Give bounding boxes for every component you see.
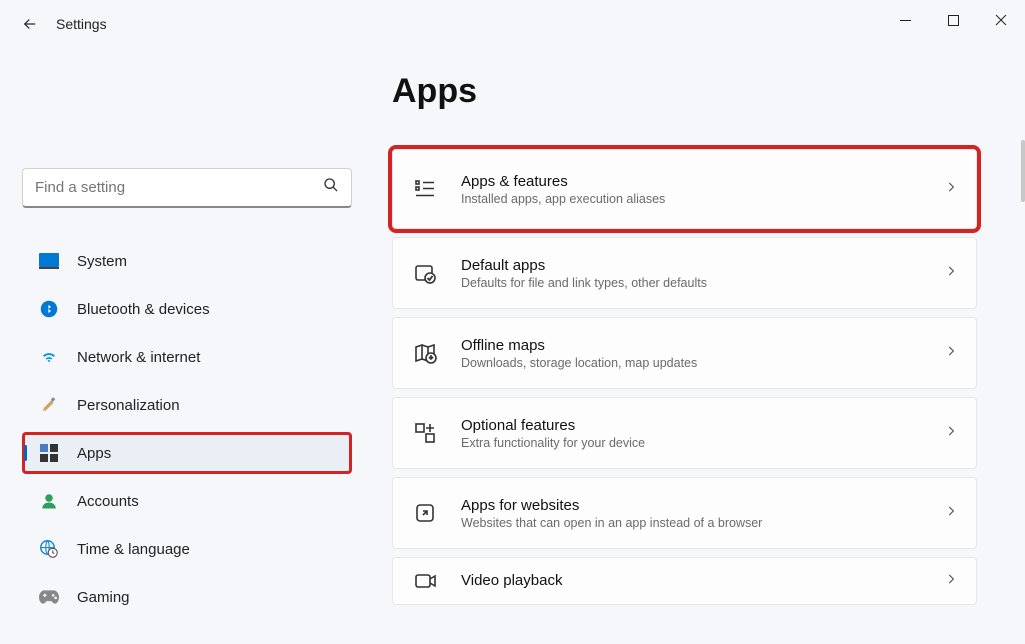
wifi-icon (39, 347, 59, 367)
sidebar-item-label: Personalization (77, 397, 180, 414)
sidebar-item-label: Network & internet (77, 349, 200, 366)
sidebar-item-label: Time & language (77, 541, 190, 558)
globe-clock-icon (39, 539, 59, 559)
sidebar-item-label: System (77, 253, 127, 270)
settings-card-list: Apps & features Installed apps, app exec… (392, 149, 977, 615)
brush-icon (39, 395, 59, 415)
sidebar-item-label: Apps (77, 445, 111, 462)
map-icon (411, 339, 439, 367)
account-icon (39, 491, 59, 511)
card-text: Apps & features Installed apps, app exec… (461, 173, 922, 206)
main-content: Apps Apps & features Installed apps, app… (392, 48, 977, 618)
close-icon (995, 14, 1007, 26)
minimize-icon (900, 15, 911, 26)
sidebar-item-apps[interactable]: Apps (22, 432, 352, 474)
card-apps-for-websites[interactable]: Apps for websites Websites that can open… (392, 477, 977, 549)
sidebar-item-label: Gaming (77, 589, 130, 606)
maximize-button[interactable] (929, 0, 977, 40)
maximize-icon (948, 15, 959, 26)
search-icon (323, 177, 339, 198)
close-button[interactable] (977, 0, 1025, 40)
card-text: Optional features Extra functionality fo… (461, 417, 922, 450)
bluetooth-icon (39, 299, 59, 319)
optional-icon (411, 419, 439, 447)
chevron-right-icon (944, 572, 958, 591)
defaults-icon (411, 259, 439, 287)
scrollbar-thumb[interactable] (1021, 140, 1025, 202)
sidebar-item-bluetooth[interactable]: Bluetooth & devices (22, 288, 352, 330)
card-text: Default apps Defaults for file and link … (461, 257, 922, 290)
titlebar: Settings (0, 0, 1025, 48)
sidebar-item-gaming[interactable]: Gaming (22, 576, 352, 618)
card-desc: Websites that can open in an app instead… (461, 516, 922, 530)
sidebar-item-accounts[interactable]: Accounts (22, 480, 352, 522)
card-optional-features[interactable]: Optional features Extra functionality fo… (392, 397, 977, 469)
card-video-playback[interactable]: Video playback (392, 557, 977, 605)
card-desc: Extra functionality for your device (461, 436, 922, 450)
minimize-button[interactable] (881, 0, 929, 40)
window-controls (881, 0, 1025, 40)
card-desc: Downloads, storage location, map updates (461, 356, 922, 370)
sidebar: System Bluetooth & devices Network & int… (22, 48, 352, 618)
search-input[interactable] (35, 179, 323, 196)
chevron-right-icon (944, 424, 958, 443)
card-default-apps[interactable]: Default apps Defaults for file and link … (392, 237, 977, 309)
card-text: Video playback (461, 572, 922, 591)
chevron-right-icon (944, 180, 958, 199)
card-text: Offline maps Downloads, storage location… (461, 337, 922, 370)
chevron-right-icon (944, 344, 958, 363)
apps-icon (39, 443, 59, 463)
card-title: Offline maps (461, 337, 922, 354)
gamepad-icon (39, 587, 59, 607)
card-title: Optional features (461, 417, 922, 434)
card-desc: Defaults for file and link types, other … (461, 276, 922, 290)
nav-list: System Bluetooth & devices Network & int… (22, 240, 352, 618)
websites-icon (411, 499, 439, 527)
card-offline-maps[interactable]: Offline maps Downloads, storage location… (392, 317, 977, 389)
card-title: Video playback (461, 572, 922, 589)
back-button[interactable] (14, 8, 46, 40)
card-title: Default apps (461, 257, 922, 274)
sidebar-item-label: Bluetooth & devices (77, 301, 210, 318)
sidebar-item-network[interactable]: Network & internet (22, 336, 352, 378)
sidebar-item-label: Accounts (77, 493, 139, 510)
card-title: Apps for websites (461, 497, 922, 514)
card-apps-features[interactable]: Apps & features Installed apps, app exec… (392, 149, 977, 229)
sidebar-item-system[interactable]: System (22, 240, 352, 282)
sidebar-item-personalization[interactable]: Personalization (22, 384, 352, 426)
video-icon (411, 567, 439, 595)
card-desc: Installed apps, app execution aliases (461, 192, 922, 206)
app-title: Settings (56, 16, 107, 32)
search-box[interactable] (22, 168, 352, 208)
card-text: Apps for websites Websites that can open… (461, 497, 922, 530)
monitor-icon (39, 251, 59, 271)
sidebar-item-time-language[interactable]: Time & language (22, 528, 352, 570)
chevron-right-icon (944, 504, 958, 523)
page-title: Apps (392, 72, 977, 111)
chevron-right-icon (944, 264, 958, 283)
list-icon (411, 175, 439, 203)
arrow-left-icon (21, 15, 39, 33)
card-title: Apps & features (461, 173, 922, 190)
